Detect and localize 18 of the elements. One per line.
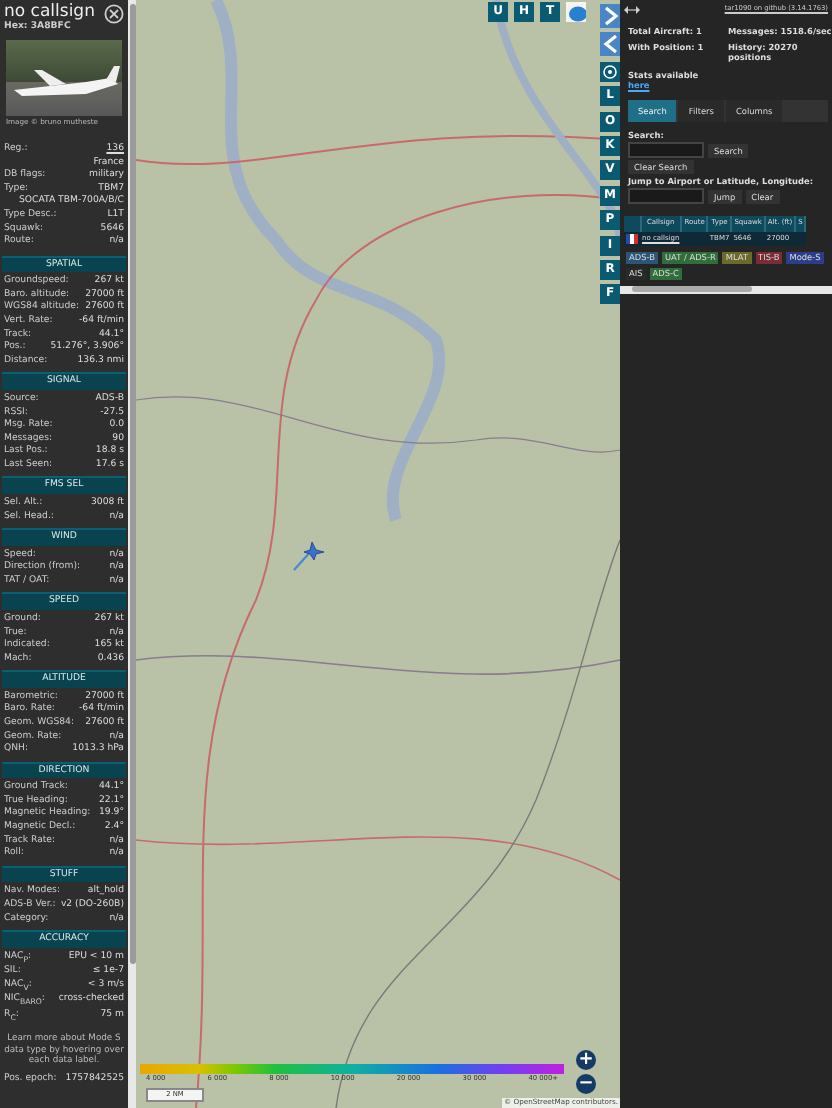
locate-button[interactable] (600, 61, 620, 82)
scrollbar[interactable] (632, 285, 752, 292)
layers-button[interactable] (566, 2, 586, 22)
location-field[interactable] (628, 188, 704, 205)
resize-icon[interactable] (622, 2, 642, 18)
layers-icon (567, 3, 585, 21)
chevron-left-icon (600, 32, 620, 57)
expand-button[interactable] (600, 4, 620, 28)
scrollbar[interactable] (129, 4, 135, 964)
chevron-right-icon (600, 4, 620, 28)
target-icon (602, 63, 618, 80)
flag-icon (626, 233, 638, 244)
collapse-button[interactable] (600, 32, 620, 57)
aircraft-callsign: no callsign (4, 2, 95, 22)
map-tiles[interactable] (136, 0, 620, 1108)
search-field[interactable] (628, 142, 704, 159)
aircraft-marker-icon[interactable] (292, 540, 326, 572)
close-icon[interactable] (104, 4, 124, 24)
